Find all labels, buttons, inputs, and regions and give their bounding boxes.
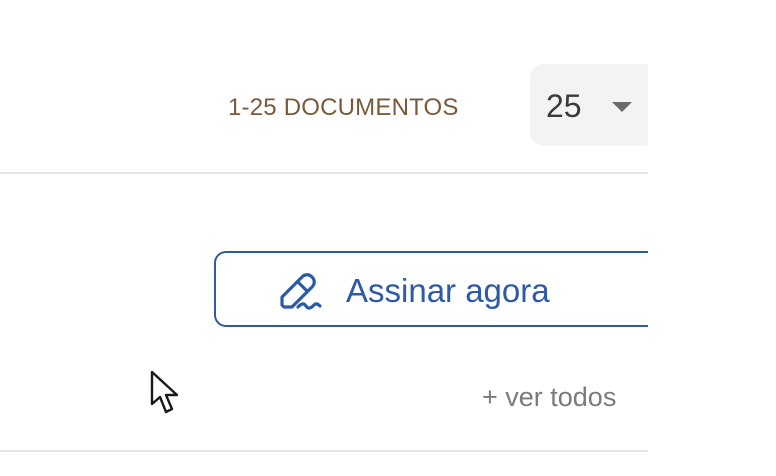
divider [0,172,648,174]
mouse-pointer-icon [150,370,179,414]
documents-count-label: 1-25 DOCUMENTOS [228,94,459,121]
per-page-select[interactable]: 25 [530,64,648,146]
per-page-value: 25 [546,88,582,124]
see-all-link[interactable]: + ver todos [482,382,616,413]
screen: 1-25 DOCUMENTOS 25 Assinar agora + ver t… [0,0,776,476]
divider [0,450,648,452]
caret-down-icon [612,102,632,112]
sign-now-button[interactable]: Assinar agora [214,251,648,327]
pen-signature-icon [280,273,322,310]
sign-now-label: Assinar agora [346,272,550,309]
documents-panel: 1-25 DOCUMENTOS 25 Assinar agora + ver t… [0,0,648,476]
